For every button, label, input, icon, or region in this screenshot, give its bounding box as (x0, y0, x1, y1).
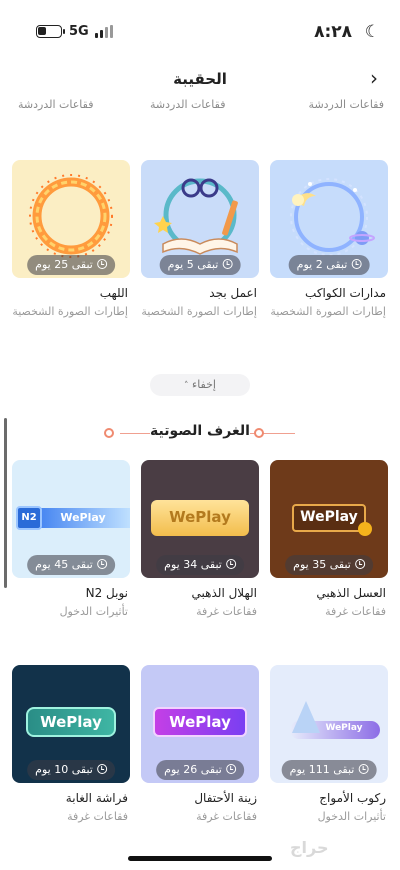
n2-emblem-icon: N2 (16, 506, 42, 530)
collapse-button[interactable]: ˄ إخفاء (150, 374, 250, 396)
collapse-label: إخفاء (192, 378, 216, 391)
expiry-badge: تبقى 34 يوم (156, 555, 244, 575)
clock-icon (358, 764, 369, 774)
expiry-badge: تبقى 35 يوم (285, 555, 373, 575)
signal-icon (95, 25, 117, 38)
item-category: إطارات الصورة الشخصية (141, 305, 257, 318)
item-category: تأثيرات الدخول (317, 810, 386, 823)
brand-label: WePlay (325, 723, 363, 733)
expiry-badge: تبقى 111 يوم (281, 760, 377, 780)
clock-icon (225, 559, 236, 569)
section-header-voice-rooms: الغرف الصوتية (0, 423, 400, 443)
item-name: نوبل N2 (85, 586, 128, 600)
item-name: فراشة الغابة (65, 791, 128, 805)
days-left: تبقى 25 يوم (35, 258, 93, 271)
section-title: الغرف الصوتية (150, 423, 250, 439)
brand-label: WePlay (169, 508, 231, 526)
item-category: تأثيرات الدخول (59, 605, 128, 618)
battery-icon (36, 25, 65, 38)
home-indicator[interactable] (128, 856, 272, 861)
clock-icon (351, 259, 362, 269)
subtab-chat-bubbles[interactable]: فقاعات الدردشة (150, 98, 225, 111)
network-type: 5G (69, 24, 89, 39)
item-category: إطارات الصورة الشخصية (270, 305, 386, 318)
days-left: تبقى 34 يوم (164, 558, 222, 571)
item-category: فقاعات غرفة (196, 810, 257, 823)
item-category: إطارات الصورة الشخصية (12, 305, 128, 318)
days-left: تبقى 26 يوم (164, 763, 222, 776)
days-left: تبقى 5 يوم (167, 258, 219, 271)
scrollbar[interactable] (4, 418, 7, 588)
back-chevron-icon[interactable]: › (362, 66, 386, 90)
expiry-badge: تبقى 10 يوم (27, 760, 115, 780)
clock-icon (222, 259, 233, 269)
days-left: تبقى 45 يوم (35, 558, 93, 571)
item-name: العسل الذهبي (316, 586, 386, 600)
item-name: اللهب (99, 286, 128, 300)
item-name: الهلال الذهبي (191, 586, 257, 600)
brand-label: WePlay (60, 511, 106, 524)
expiry-badge: تبقى 25 يوم (27, 255, 115, 275)
watermark-logo: حراج (290, 838, 329, 857)
item-name: اعمل بجد (209, 286, 257, 300)
clock-icon (96, 559, 107, 569)
brand-label: WePlay (40, 713, 102, 731)
days-left: تبقى 2 يوم (296, 258, 348, 271)
days-left: تبقى 10 يوم (35, 763, 93, 776)
item-category: فقاعات غرفة (196, 605, 257, 618)
item-name: مدارات الكواكب (305, 286, 386, 300)
brand-label: WePlay (169, 713, 231, 731)
page-title: الحقيبة (173, 70, 227, 88)
days-left: تبقى 35 يوم (293, 558, 351, 571)
status-bar: ٨:٢٨ ☾ 5G (0, 0, 400, 58)
item-name: زينة الأحتفال (194, 791, 257, 805)
subtab-chat-bubbles[interactable]: فقاعات الدردشة (18, 98, 93, 111)
moon-icon: ☾ (364, 22, 380, 42)
clock-icon (225, 764, 236, 774)
days-left: تبقى 111 يوم (289, 763, 355, 776)
clock-icon (354, 559, 365, 569)
expiry-badge: تبقى 45 يوم (27, 555, 115, 575)
brand-label: WePlay (300, 509, 358, 525)
honey-jar-icon (358, 522, 372, 536)
item-category: فقاعات غرفة (67, 810, 128, 823)
expiry-badge: تبقى 5 يوم (159, 255, 241, 275)
expiry-badge: تبقى 2 يوم (288, 255, 370, 275)
expiry-badge: تبقى 26 يوم (156, 760, 244, 780)
subtab-chat-bubbles[interactable]: فقاعات الدردشة (309, 98, 384, 111)
item-name: ركوب الأمواج (319, 791, 386, 805)
status-time: ٨:٢٨ (314, 22, 352, 42)
item-category: فقاعات غرفة (325, 605, 386, 618)
chevron-up-icon: ˄ (184, 381, 189, 391)
clock-icon (96, 764, 107, 774)
clock-icon (96, 259, 107, 269)
